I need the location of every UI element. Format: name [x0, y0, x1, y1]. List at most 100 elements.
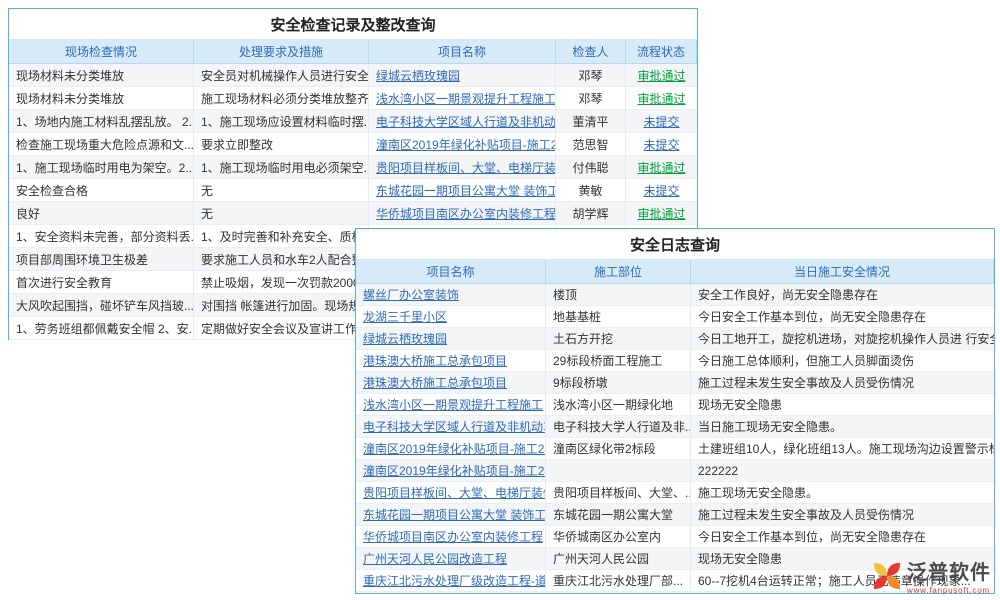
construction-part-cell: 9标段桥墩 — [546, 372, 691, 393]
situation-cell: 首次进行安全教育 — [9, 271, 194, 293]
measure-cell: 要求施工人员和水车2人配合整... — [194, 248, 369, 270]
col-header-daily-safety[interactable]: 当日施工安全情况 — [691, 260, 994, 284]
status-link[interactable]: 未提交 — [626, 133, 697, 155]
project-link[interactable]: 电子科技大学区域人行道及非机动车道工程 — [369, 110, 556, 132]
project-link[interactable]: 浅水湾小区一期景观提升工程施工 — [356, 394, 546, 415]
daily-safety-cell: 当日施工现场无安全隐患。 — [691, 416, 994, 437]
daily-safety-cell: 施工过程未发生安全事故及人员受伤情况 — [691, 372, 994, 393]
measure-cell: 要求立即整改 — [194, 133, 369, 155]
inspection-table-row[interactable]: 现场材料未分类堆放 安全员对机械操作人员进行安全... 绿城云栖玫瑰园 邓琴 审… — [9, 64, 697, 87]
inspector-cell: 胡学辉 — [556, 202, 626, 224]
status-link[interactable]: 审批通过 — [626, 87, 697, 109]
col-header-measures[interactable]: 处理要求及措施 — [194, 40, 369, 64]
daily-safety-cell: 今日安全工作基本到位，尚无安全隐患存在 — [691, 306, 994, 327]
status-link[interactable]: 审批通过 — [626, 64, 697, 86]
fanpu-logo-icon — [872, 561, 902, 596]
inspection-table-row[interactable]: 良好 无 华侨城项目南区办公室内装修工程 胡学辉 审批通过 — [9, 202, 697, 225]
status-link[interactable]: 审批通过 — [626, 202, 697, 224]
construction-part-cell: 广州天河人民公园 — [546, 548, 691, 569]
project-link[interactable]: 东城花园一期项目公寓大堂 装饰工程 — [356, 504, 546, 525]
project-link[interactable]: 华侨城项目南区办公室内装修工程 — [356, 526, 546, 547]
construction-part-cell: 贵阳项目样板间、大堂、... — [546, 482, 691, 503]
inspection-table-row[interactable]: 现场材料未分类堆放 施工现场材料必须分类堆放整齐... 浅水湾小区一期景观提升工… — [9, 87, 697, 110]
inspection-table-row[interactable]: 检查施工现场重大危险点源和文... 要求立即整改 潼南区2019年绿化补贴项目-… — [9, 133, 697, 156]
col-header-log-project[interactable]: 项目名称 — [356, 260, 546, 284]
col-header-flow-status[interactable]: 流程状态 — [626, 40, 697, 64]
project-link[interactable]: 电子科技大学区域人行道及非机动车道工程 — [356, 416, 546, 437]
project-link[interactable]: 龙湖三千里小区 — [356, 306, 546, 327]
daily-safety-cell: 今日安全工作基本到位，尚无安全隐患存在 — [691, 526, 994, 547]
situation-cell: 良好 — [9, 202, 194, 224]
status-link[interactable]: 未提交 — [626, 110, 697, 132]
status-link[interactable]: 审批通过 — [626, 156, 697, 178]
project-link[interactable]: 重庆江北污水处理厂级改造工程-道路修复 — [356, 570, 546, 591]
situation-cell: 检查施工现场重大危险点源和文... — [9, 133, 194, 155]
log-table-row[interactable]: 浅水湾小区一期景观提升工程施工 浅水湾小区一期绿化地 现场无安全隐患 — [356, 394, 994, 416]
project-link[interactable]: 港珠澳大桥施工总承包项目 — [356, 350, 546, 371]
project-link[interactable]: 广州天河人民公园改造工程 — [356, 548, 546, 569]
daily-safety-cell: 安全工作良好，尚无安全隐患存在 — [691, 284, 994, 305]
measure-cell: 无 — [194, 202, 369, 224]
inspection-table-row[interactable]: 1、施工现场临时用电为架空。2... 1、施工现场临时用电必须架空... 贵阳项… — [9, 156, 697, 179]
measure-cell: 无 — [194, 179, 369, 201]
log-table-row[interactable]: 绿城云栖玫瑰园 土石方开挖 今日工地开工，旋挖机进场，对旋挖机操作人员进 行安全… — [356, 328, 994, 350]
log-table-row[interactable]: 龙湖三千里小区 地基基桩 今日安全工作基本到位，尚无安全隐患存在 — [356, 306, 994, 328]
situation-cell: 安全检查合格 — [9, 179, 194, 201]
project-link[interactable]: 潼南区2019年绿化补贴项目-施工2标段 — [356, 438, 546, 459]
log-table-header: 项目名称 施工部位 当日施工安全情况 — [356, 260, 994, 284]
project-link[interactable]: 绿城云栖玫瑰园 — [369, 64, 556, 86]
construction-part-cell: 楼顶 — [546, 284, 691, 305]
log-table-row[interactable]: 电子科技大学区域人行道及非机动车道工程 电子科技大学人行道及非... 当日施工现… — [356, 416, 994, 438]
status-link[interactable]: 未提交 — [626, 179, 697, 201]
situation-cell: 大风吹起围挡，碰坏铲车风挡玻... — [9, 294, 194, 316]
inspector-cell: 黄敏 — [556, 179, 626, 201]
col-header-project-name[interactable]: 项目名称 — [369, 40, 556, 64]
inspection-table-row[interactable]: 1、场地内施工材料乱摆乱放。 2... 1、施工现场应设置材料临时摆... 电子… — [9, 110, 697, 133]
log-table-row[interactable]: 潼南区2019年绿化补贴项目-施工2标段 潼南区绿化带2标段 土建班组10人，绿… — [356, 438, 994, 460]
situation-cell: 现场材料未分类堆放 — [9, 64, 194, 86]
measure-cell: 1、及时完善和补充安全、质检... — [194, 225, 369, 247]
log-table-row[interactable]: 贵阳项目样板间、大堂、电梯厅装修工程 贵阳项目样板间、大堂、... 施工现场无安… — [356, 482, 994, 504]
project-link[interactable]: 港珠澳大桥施工总承包项目 — [356, 372, 546, 393]
safety-log-window: 安全日志查询 项目名称 施工部位 当日施工安全情况 螺丝厂办公室装饰 楼顶 安全… — [355, 228, 995, 594]
project-link[interactable]: 贵阳项目样板间、大堂、电梯厅装修工程 — [356, 482, 546, 503]
measure-cell: 对围挡 帐篷进行加固。现场规... — [194, 294, 369, 316]
project-link[interactable]: 贵阳项目样板间、大堂、电梯厅装修工程 — [369, 156, 556, 178]
log-table-row[interactable]: 华侨城项目南区办公室内装修工程 华侨城南区办公室内 今日安全工作基本到位，尚无安… — [356, 526, 994, 548]
measure-cell: 1、施工现场临时用电必须架空... — [194, 156, 369, 178]
situation-cell: 1、场地内施工材料乱摆乱放。 2... — [9, 110, 194, 132]
inspection-table-row[interactable]: 安全检查合格 无 东城花园一期项目公寓大堂 装饰工程 黄敏 未提交 — [9, 179, 697, 202]
project-link[interactable]: 浅水湾小区一期景观提升工程施工 — [369, 87, 556, 109]
project-link[interactable]: 潼南区2019年绿化补贴项目-施工2标段 — [356, 460, 546, 481]
col-header-site-situation[interactable]: 现场检查情况 — [9, 40, 194, 64]
project-link[interactable]: 华侨城项目南区办公室内装修工程 — [369, 202, 556, 224]
log-table-row[interactable]: 港珠澳大桥施工总承包项目 29标段桥面工程施工 今日施工总体顺利，但施工人员脚面… — [356, 350, 994, 372]
col-header-construction-part[interactable]: 施工部位 — [546, 260, 691, 284]
inspector-cell: 邓琴 — [556, 64, 626, 86]
log-table-body: 螺丝厂办公室装饰 楼顶 安全工作良好，尚无安全隐患存在 龙湖三千里小区 地基基桩… — [356, 284, 994, 592]
construction-part-cell: 重庆江北污水处理厂部... — [546, 570, 691, 591]
daily-safety-cell: 今日工地开工，旋挖机进场，对旋挖机操作人员进 行安全技术... — [691, 328, 994, 349]
brand-url: www.fanpusoft.com — [907, 586, 990, 595]
log-table-row[interactable]: 螺丝厂办公室装饰 楼顶 安全工作良好，尚无安全隐患存在 — [356, 284, 994, 306]
inspector-cell: 董清平 — [556, 110, 626, 132]
project-link[interactable]: 绿城云栖玫瑰园 — [356, 328, 546, 349]
daily-safety-cell: 今日施工总体顺利，但施工人员脚面烫伤 — [691, 350, 994, 371]
daily-safety-cell: 现场无安全隐患 — [691, 394, 994, 415]
inspector-cell: 范思智 — [556, 133, 626, 155]
log-table-row[interactable]: 港珠澳大桥施工总承包项目 9标段桥墩 施工过程未发生安全事故及人员受伤情况 — [356, 372, 994, 394]
log-table-row[interactable]: 潼南区2019年绿化补贴项目-施工2标段 222222 — [356, 460, 994, 482]
inspector-cell: 邓琴 — [556, 87, 626, 109]
col-header-inspector[interactable]: 检查人 — [556, 40, 626, 64]
construction-part-cell: 29标段桥面工程施工 — [546, 350, 691, 371]
log-table-row[interactable]: 东城花园一期项目公寓大堂 装饰工程 东城花园一期公寓大堂 施工过程未发生安全事故… — [356, 504, 994, 526]
project-link[interactable]: 潼南区2019年绿化补贴项目-施工2标段 — [369, 133, 556, 155]
project-link[interactable]: 螺丝厂办公室装饰 — [356, 284, 546, 305]
project-link[interactable]: 东城花园一期项目公寓大堂 装饰工程 — [369, 179, 556, 201]
inspection-window-title: 安全检查记录及整改查询 — [9, 9, 697, 40]
measure-cell: 禁止吸烟，发现一次罚款2000... — [194, 271, 369, 293]
brand-name: 泛普软件 — [907, 563, 991, 583]
daily-safety-cell: 222222 — [691, 460, 994, 481]
construction-part-cell: 土石方开挖 — [546, 328, 691, 349]
construction-part-cell: 电子科技大学人行道及非... — [546, 416, 691, 437]
